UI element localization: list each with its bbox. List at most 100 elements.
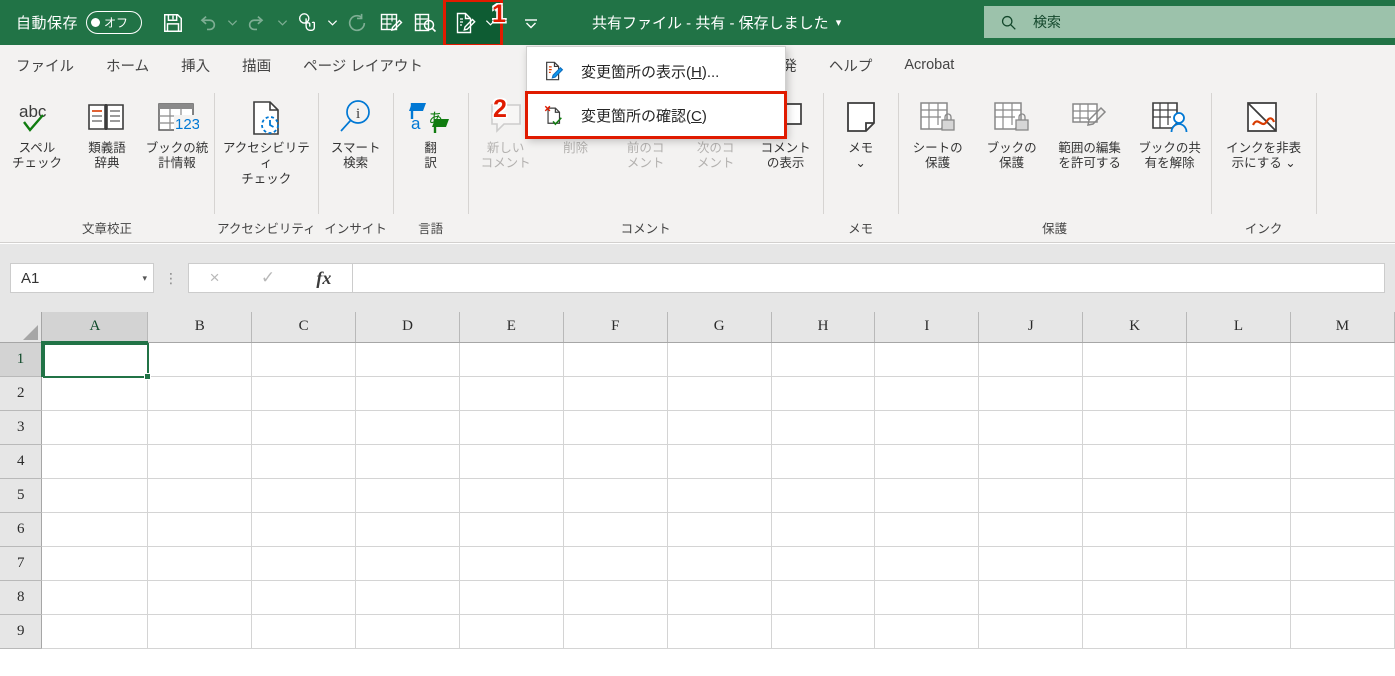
cell-H3[interactable]	[771, 410, 875, 444]
cell-G3[interactable]	[667, 410, 771, 444]
cell-A8[interactable]	[42, 580, 148, 614]
cell-G2[interactable]	[667, 376, 771, 410]
spell-check-button[interactable]: abc スペル チェック	[2, 91, 72, 172]
cell-B5[interactable]	[148, 478, 252, 512]
cell-F9[interactable]	[563, 614, 667, 648]
cell-B3[interactable]	[148, 410, 252, 444]
cell-K6[interactable]	[1083, 512, 1187, 546]
cell-F7[interactable]	[563, 546, 667, 580]
notes-button[interactable]: メモ ⌄	[826, 91, 896, 172]
cell-L7[interactable]	[1187, 546, 1291, 580]
column-header-f[interactable]: F	[563, 312, 667, 342]
cell-G8[interactable]	[667, 580, 771, 614]
cell-F6[interactable]	[563, 512, 667, 546]
more-options-icon[interactable]: ⋮	[154, 270, 188, 287]
cell-H6[interactable]	[771, 512, 875, 546]
cell-E1[interactable]	[459, 342, 563, 376]
column-header-h[interactable]: H	[771, 312, 875, 342]
hide-ink-button[interactable]: インクを非表 示にする ⌄	[1214, 91, 1314, 172]
cell-B8[interactable]	[148, 580, 252, 614]
cell-A5[interactable]	[42, 478, 148, 512]
cell-D4[interactable]	[356, 444, 460, 478]
cell-K1[interactable]	[1083, 342, 1187, 376]
column-header-b[interactable]: B	[148, 312, 252, 342]
document-title-area[interactable]: 共有ファイル - 共有 - 保存しました ▾	[592, 12, 841, 33]
cell-M2[interactable]	[1290, 376, 1394, 410]
cell-J6[interactable]	[979, 512, 1083, 546]
tab-page-layout[interactable]: ページ レイアウト	[287, 45, 439, 85]
document-title-caret-icon[interactable]: ▾	[836, 16, 842, 29]
cell-A2[interactable]	[42, 376, 148, 410]
cell-A6[interactable]	[42, 512, 148, 546]
cell-E6[interactable]	[459, 512, 563, 546]
column-header-k[interactable]: K	[1083, 312, 1187, 342]
insert-function-button[interactable]: fx	[316, 268, 331, 289]
translate-button[interactable]: aぁ 翻 訳	[396, 91, 466, 172]
cell-A3[interactable]	[42, 410, 148, 444]
cell-E9[interactable]	[459, 614, 563, 648]
track-changes-button[interactable]	[448, 5, 482, 41]
menu-item-accept-reject-changes[interactable]: 変更箇所の確認(C)	[527, 93, 785, 137]
cell-I9[interactable]	[875, 614, 979, 648]
cell-L2[interactable]	[1187, 376, 1291, 410]
row-header-3[interactable]: 3	[0, 410, 42, 444]
cell-H1[interactable]	[771, 342, 875, 376]
cell-E4[interactable]	[459, 444, 563, 478]
cell-G5[interactable]	[667, 478, 771, 512]
name-box[interactable]: A1 ▾	[10, 263, 154, 293]
cell-H4[interactable]	[771, 444, 875, 478]
cell-B6[interactable]	[148, 512, 252, 546]
cell-F8[interactable]	[563, 580, 667, 614]
cell-B1[interactable]	[148, 342, 252, 376]
cell-B9[interactable]	[148, 614, 252, 648]
tab-insert[interactable]: 挿入	[165, 45, 226, 85]
cell-K9[interactable]	[1083, 614, 1187, 648]
tab-file[interactable]: ファイル	[0, 45, 90, 85]
cell-H5[interactable]	[771, 478, 875, 512]
cell-K5[interactable]	[1083, 478, 1187, 512]
cell-G9[interactable]	[667, 614, 771, 648]
cell-K7[interactable]	[1083, 546, 1187, 580]
chevron-down-icon[interactable]: ▾	[142, 273, 147, 284]
cell-M4[interactable]	[1290, 444, 1394, 478]
track-changes-sheet-button[interactable]	[374, 5, 408, 41]
cell-I7[interactable]	[875, 546, 979, 580]
redo-button[interactable]	[240, 5, 274, 41]
undo-button[interactable]	[190, 5, 224, 41]
save-button[interactable]	[156, 5, 190, 41]
tab-help[interactable]: ヘルプ	[813, 45, 889, 85]
cell-C1[interactable]	[252, 342, 356, 376]
cell-C5[interactable]	[252, 478, 356, 512]
cell-K4[interactable]	[1083, 444, 1187, 478]
cell-E8[interactable]	[459, 580, 563, 614]
cell-D3[interactable]	[356, 410, 460, 444]
customize-quick-access-button[interactable]	[514, 5, 548, 41]
cell-I4[interactable]	[875, 444, 979, 478]
cell-F3[interactable]	[563, 410, 667, 444]
column-header-d[interactable]: D	[356, 312, 460, 342]
cell-L9[interactable]	[1187, 614, 1291, 648]
cell-L6[interactable]	[1187, 512, 1291, 546]
row-header-9[interactable]: 9	[0, 614, 42, 648]
cell-E3[interactable]	[459, 410, 563, 444]
cell-F5[interactable]	[563, 478, 667, 512]
thesaurus-button[interactable]: 類義語 辞典	[72, 91, 142, 172]
cell-C4[interactable]	[252, 444, 356, 478]
cell-J4[interactable]	[979, 444, 1083, 478]
cell-I2[interactable]	[875, 376, 979, 410]
cell-I5[interactable]	[875, 478, 979, 512]
column-header-a[interactable]: A	[42, 312, 148, 342]
column-header-m[interactable]: M	[1290, 312, 1394, 342]
cell-H8[interactable]	[771, 580, 875, 614]
column-header-c[interactable]: C	[252, 312, 356, 342]
cell-M6[interactable]	[1290, 512, 1394, 546]
cell-L3[interactable]	[1187, 410, 1291, 444]
cell-A9[interactable]	[42, 614, 148, 648]
cell-M3[interactable]	[1290, 410, 1394, 444]
cell-G6[interactable]	[667, 512, 771, 546]
cell-C8[interactable]	[252, 580, 356, 614]
cell-K2[interactable]	[1083, 376, 1187, 410]
search-box[interactable]: 検索	[984, 6, 1395, 38]
column-header-i[interactable]: I	[875, 312, 979, 342]
cell-F4[interactable]	[563, 444, 667, 478]
